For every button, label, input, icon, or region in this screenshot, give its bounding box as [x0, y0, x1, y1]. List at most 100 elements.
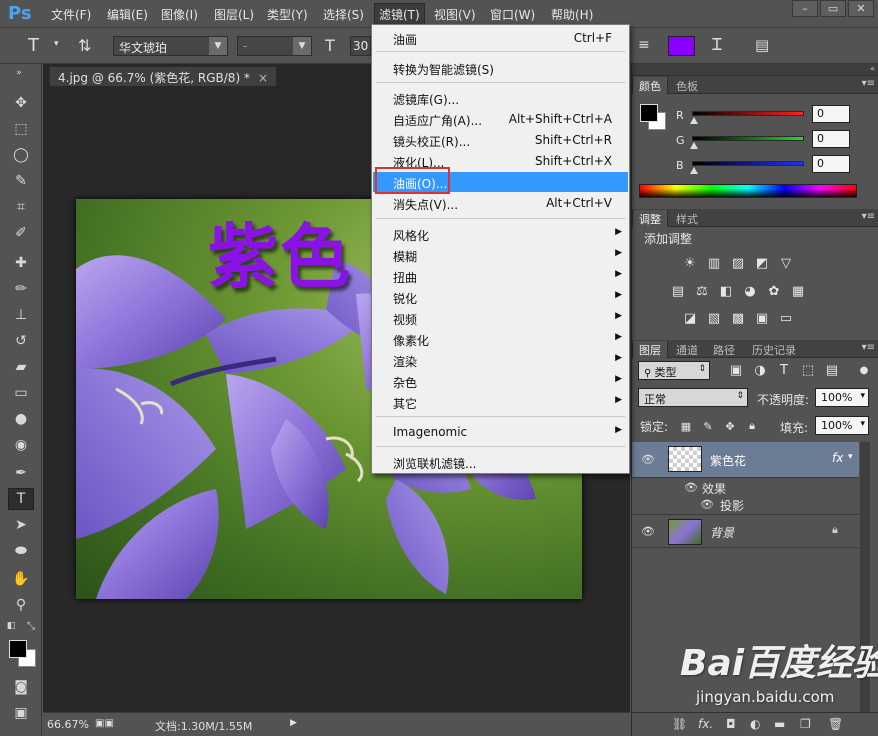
color-panel-fg-swatch[interactable]: [640, 104, 658, 122]
menu-item-browse-online-filters[interactable]: 浏览联机滤镜...: [373, 452, 628, 472]
green-slider-thumb[interactable]: [690, 142, 698, 149]
filter-toggle-icon[interactable]: ●: [856, 362, 872, 378]
menu-item-vanishing-point[interactable]: 消失点(V)... Alt+Ctrl+V: [373, 193, 628, 213]
layer-row-background[interactable]: 👁︎ 背景 🔒︎: [632, 514, 859, 548]
close-tab-icon[interactable]: ×: [258, 71, 268, 85]
text-color-swatch[interactable]: [668, 36, 695, 56]
tab-paths[interactable]: 路径: [707, 341, 741, 358]
posterize-icon[interactable]: ▧: [706, 310, 722, 326]
expand-effects-icon[interactable]: ▾: [848, 452, 853, 462]
menu-item-distort[interactable]: 扭曲 ▶: [373, 266, 628, 286]
blue-gradient-bar[interactable]: [692, 161, 804, 166]
close-window-button[interactable]: ✕: [848, 0, 874, 17]
layer-filter-kind-select[interactable]: ⚲ 类型 ⇕: [638, 361, 710, 380]
levels-icon[interactable]: ▥: [706, 255, 722, 271]
curves-icon[interactable]: ▨: [730, 255, 746, 271]
status-menu-arrow-icon[interactable]: ▶: [290, 718, 297, 728]
eraser-tool-icon[interactable]: ▰: [8, 356, 34, 378]
menu-item-adaptive-wide-angle[interactable]: 自适应广角(A)... Alt+Shift+Ctrl+A: [373, 109, 628, 129]
menu-item-sharpen[interactable]: 锐化 ▶: [373, 287, 628, 307]
filter-adjust-icon[interactable]: ◑: [752, 362, 768, 378]
tab-history[interactable]: 历史记录: [746, 341, 802, 358]
layer-name[interactable]: 紫色花: [710, 452, 746, 469]
color-spectrum-bar[interactable]: [639, 184, 857, 198]
blend-mode-select[interactable]: 正常 ⇕: [638, 388, 748, 407]
panel-menu-icon[interactable]: ▾≡: [862, 78, 875, 89]
black-white-icon[interactable]: ◧: [718, 283, 734, 299]
selective-color-icon[interactable]: ▣: [754, 310, 770, 326]
stamp-tool-icon[interactable]: ⊥: [8, 304, 34, 326]
photo-filter-icon[interactable]: ◕: [742, 283, 758, 299]
menu-type[interactable]: 类型(Y): [267, 6, 308, 23]
menu-item-oil-paint[interactable]: 油画(O)...: [373, 172, 628, 192]
drop-shadow-effect[interactable]: 投影: [720, 497, 744, 514]
blue-value-input[interactable]: 0: [812, 155, 850, 173]
blue-slider[interactable]: B 0: [676, 155, 876, 176]
fill-input[interactable]: 100% ▾: [815, 416, 869, 435]
tab-channels[interactable]: 通道: [670, 341, 704, 358]
panel-menu-icon[interactable]: ▾≡: [862, 211, 875, 222]
brightness-icon[interactable]: ☀: [682, 255, 698, 271]
marquee-tool-icon[interactable]: ⬚: [8, 118, 34, 140]
menu-item-imagenomic[interactable]: Imagenomic ▶: [373, 422, 628, 442]
threshold-icon[interactable]: ▩: [730, 310, 746, 326]
tab-styles[interactable]: 样式: [670, 210, 704, 227]
warp-text-icon[interactable]: Ꮖ: [712, 35, 723, 55]
menu-item-last-filter[interactable]: 油画 Ctrl+F: [373, 28, 628, 48]
menu-item-other[interactable]: 其它 ▶: [373, 392, 628, 412]
quick-mask-icon[interactable]: ◙: [8, 676, 34, 698]
zoom-tool-icon[interactable]: ⚲: [8, 594, 34, 616]
dodge-tool-icon[interactable]: ◉: [8, 434, 34, 456]
menu-select[interactable]: 选择(S): [323, 6, 364, 23]
ellipse-tool-icon[interactable]: ⬬: [8, 540, 34, 562]
red-value-input[interactable]: 0: [812, 105, 850, 123]
opacity-input[interactable]: 100% ▾: [815, 388, 869, 407]
effects-label[interactable]: 效果: [702, 480, 726, 497]
color-lookup-icon[interactable]: ▦: [790, 283, 806, 299]
justify-icon[interactable]: ≡: [638, 37, 650, 53]
layer-name[interactable]: 背景: [710, 524, 734, 541]
visibility-eye-icon[interactable]: 👁︎: [641, 453, 655, 466]
lasso-tool-icon[interactable]: ◯: [8, 144, 34, 166]
menu-item-noise[interactable]: 杂色 ▶: [373, 371, 628, 391]
effects-visibility-eye-icon[interactable]: 👁︎: [684, 481, 698, 494]
document-tab[interactable]: 4.jpg @ 66.7% (紫色花, RGB/8) * ×: [49, 66, 277, 86]
menu-filter[interactable]: 滤镜(T): [374, 3, 425, 26]
font-size-input[interactable]: 30: [350, 36, 371, 56]
channel-mixer-icon[interactable]: ✿: [766, 283, 782, 299]
swap-colors-icon[interactable]: ⤡: [24, 620, 38, 632]
menu-item-liquify[interactable]: 液化(L)... Shift+Ctrl+X: [373, 151, 628, 171]
default-colors-icon[interactable]: ◧: [4, 620, 18, 632]
text-orientation-icon[interactable]: ⇅: [78, 36, 91, 55]
type-tool-preset-icon[interactable]: T: [28, 35, 39, 56]
color-balance-icon[interactable]: ⚖: [694, 283, 710, 299]
character-panel-icon[interactable]: ▤: [755, 36, 769, 54]
eyedropper-tool-icon[interactable]: ✐: [8, 222, 34, 244]
hue-saturation-icon[interactable]: ▤: [670, 283, 686, 299]
type-tool-icon[interactable]: T: [8, 488, 34, 510]
tab-color[interactable]: 颜色: [632, 77, 668, 94]
tab-layers[interactable]: 图层: [632, 341, 668, 358]
history-brush-tool-icon[interactable]: ↺: [8, 330, 34, 352]
visibility-eye-icon[interactable]: 👁︎: [641, 525, 655, 538]
font-family-select[interactable]: 华文琥珀 ▼: [113, 36, 228, 56]
menu-item-convert-smart-filter[interactable]: 转换为智能滤镜(S): [373, 58, 628, 78]
pen-tool-icon[interactable]: ✒: [8, 462, 34, 484]
menu-layer[interactable]: 图层(L): [214, 6, 254, 23]
green-slider[interactable]: G 0: [676, 130, 876, 151]
foreground-color-swatch[interactable]: [9, 640, 27, 658]
lock-transparent-icon[interactable]: ▦: [678, 418, 694, 434]
crop-tool-icon[interactable]: ⌗: [8, 196, 34, 218]
menu-item-stylize[interactable]: 风格化 ▶: [373, 224, 628, 244]
healing-brush-tool-icon[interactable]: ✚: [8, 252, 34, 274]
menu-item-pixelate[interactable]: 像素化 ▶: [373, 329, 628, 349]
menu-view[interactable]: 视图(V): [434, 6, 476, 23]
filter-shape-icon[interactable]: ⬚: [800, 362, 816, 378]
collapse-panels-icon[interactable]: «: [870, 64, 875, 73]
tab-adjustments[interactable]: 调整: [632, 210, 668, 227]
menu-edit[interactable]: 编辑(E): [107, 6, 148, 23]
preset-caret-icon[interactable]: ▾: [54, 39, 59, 49]
menu-help[interactable]: 帮助(H): [551, 6, 593, 23]
canvas-text-layer[interactable]: 紫色: [208, 201, 352, 302]
zoom-level[interactable]: 66.67%: [47, 718, 89, 731]
